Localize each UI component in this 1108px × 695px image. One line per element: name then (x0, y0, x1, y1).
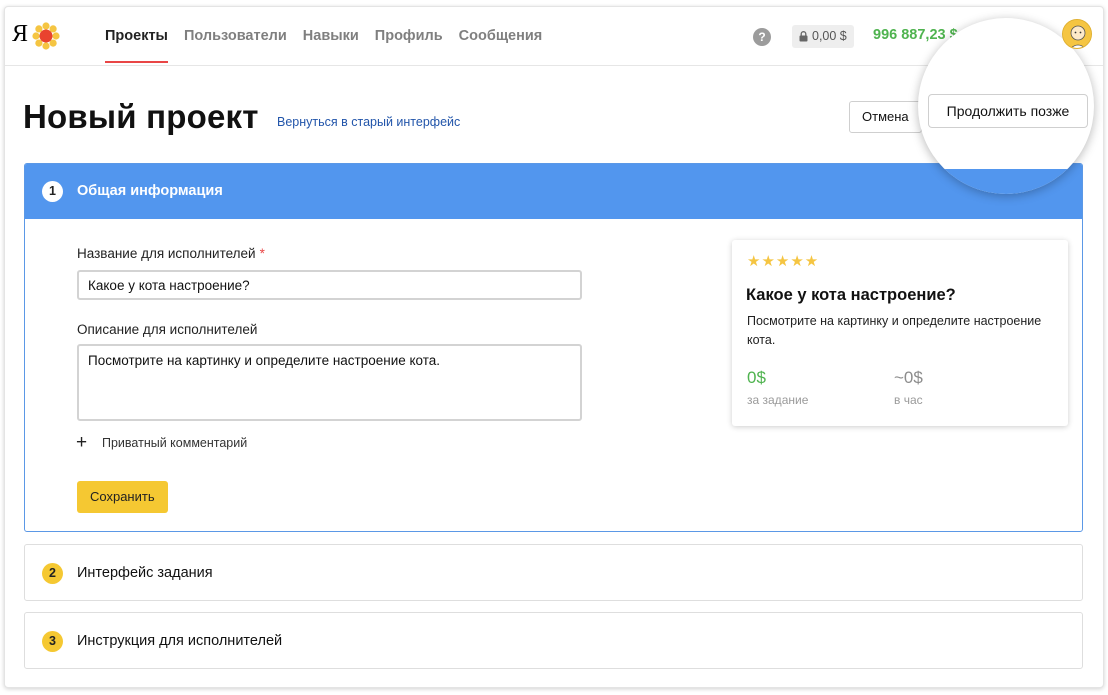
preview-rate-label: в час (894, 393, 923, 407)
name-label: Название для исполнителей * (77, 246, 265, 261)
step-number: 1 (42, 181, 63, 202)
task-preview-card: ★★★★★ Какое у кота настроение? Посмотрит… (732, 240, 1068, 426)
preview-title: Какое у кота настроение? (746, 286, 956, 304)
description-textarea[interactable]: Посмотрите на картинку и определите наст… (77, 344, 582, 421)
preview-description: Посмотрите на картинку и определите наст… (747, 314, 1042, 347)
section-title: Инструкция для исполнителей (77, 633, 283, 649)
nav-skills[interactable]: Навыки (303, 28, 359, 63)
description-label: Описание для исполнителей (77, 322, 258, 337)
account-balance[interactable]: 996 887,23 $ (873, 27, 958, 43)
cancel-button[interactable]: Отмена (849, 101, 922, 133)
private-comment-link[interactable]: Приватный комментарий (102, 436, 247, 450)
app-window: Я Проекты Пользователи Навыки Профиль Со… (4, 6, 1104, 688)
continue-later-button[interactable]: Продолжить позже (928, 94, 1088, 128)
help-icon[interactable]: ? (753, 28, 771, 46)
name-input[interactable] (77, 270, 582, 300)
star-icon: ★★★★★ (747, 253, 820, 270)
preview-price-label: за задание (747, 393, 809, 407)
save-button[interactable]: Сохранить (77, 481, 168, 513)
yandex-flower-icon[interactable] (32, 22, 60, 50)
step-number: 2 (42, 563, 63, 584)
old-interface-link[interactable]: Вернуться в старый интерфейс (277, 115, 460, 129)
nav-messages[interactable]: Сообщения (459, 28, 543, 63)
page-title: Новый проект (23, 98, 259, 135)
nav-projects[interactable]: Проекты (105, 28, 168, 63)
locked-balance-badge[interactable]: 0,00 $ (792, 25, 854, 48)
lens-section-header (918, 169, 1094, 194)
step-number: 3 (42, 631, 63, 652)
section-task-interface[interactable]: 2 Интерфейс задания (24, 544, 1083, 601)
yandex-logo[interactable]: Я (12, 21, 28, 48)
preview-rate: ~0$ (894, 368, 923, 387)
plus-icon[interactable]: + (76, 433, 87, 452)
nav-profile[interactable]: Профиль (375, 28, 443, 63)
avatar-icon[interactable] (1062, 19, 1092, 49)
required-mark: * (259, 246, 265, 261)
section-title: Общая информация (77, 183, 223, 199)
preview-price: 0$ (747, 368, 766, 387)
section-general-info: 1 Общая информация Название для исполнит… (24, 163, 1083, 532)
nav-users[interactable]: Пользователи (184, 28, 287, 63)
section-instructions[interactable]: 3 Инструкция для исполнителей (24, 612, 1083, 669)
locked-balance-value: 0,00 $ (812, 29, 847, 43)
section-title: Интерфейс задания (77, 565, 213, 581)
lock-icon (799, 31, 808, 42)
main-nav: Проекты Пользователи Навыки Профиль Сооб… (105, 28, 542, 63)
